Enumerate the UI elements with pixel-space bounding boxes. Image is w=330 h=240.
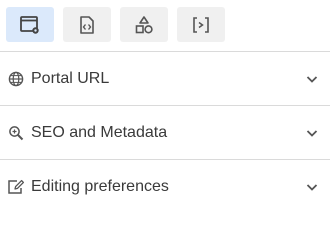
code-file-icon (78, 15, 96, 35)
code-button[interactable] (63, 7, 111, 42)
search-zoom-icon (7, 124, 25, 142)
chevron-down-icon[interactable] (304, 179, 320, 195)
design-button[interactable] (120, 7, 168, 42)
section-seo-metadata[interactable]: SEO and Metadata (0, 106, 330, 159)
section-editing-preferences[interactable]: Editing preferences (0, 160, 330, 213)
edit-window-icon (7, 178, 25, 196)
fragment-code-button[interactable] (177, 7, 225, 42)
panel-toolbar (0, 0, 330, 51)
globe-icon (7, 70, 25, 88)
code-braces-icon (190, 15, 212, 35)
shapes-icon (134, 15, 154, 35)
section-label: Editing preferences (31, 177, 169, 195)
settings-window-icon (19, 15, 41, 35)
chevron-down-icon[interactable] (304, 125, 320, 141)
page-settings-button[interactable] (6, 7, 54, 42)
section-label: Portal URL (31, 69, 110, 87)
chevron-down-icon[interactable] (304, 71, 320, 87)
section-label: SEO and Metadata (31, 123, 168, 141)
section-portal-url[interactable]: Portal URL (0, 52, 330, 105)
